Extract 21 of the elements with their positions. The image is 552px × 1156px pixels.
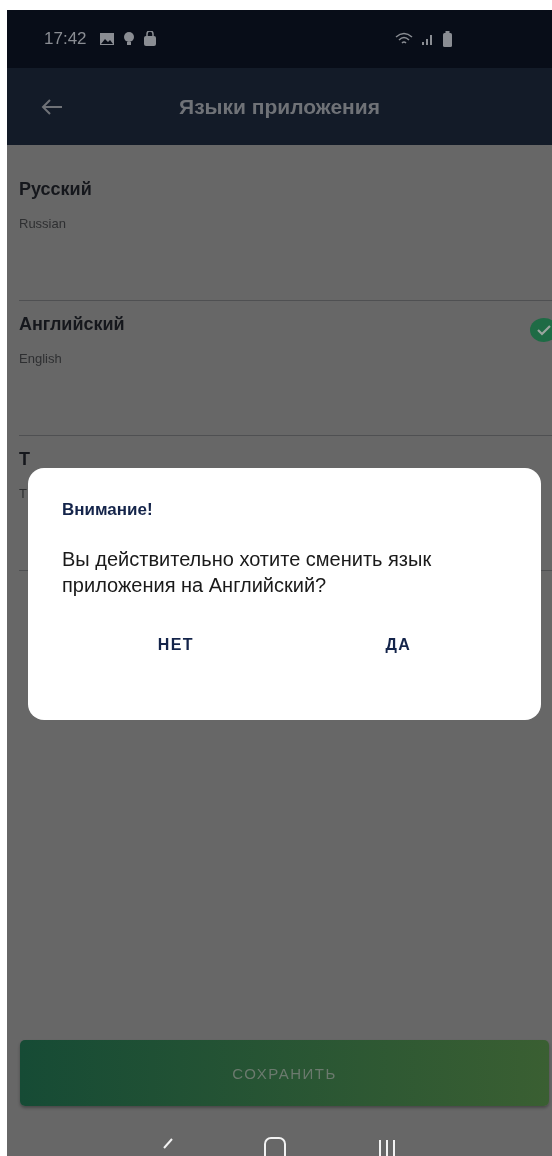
status-time: 17:42 bbox=[44, 29, 87, 49]
language-subtitle: English bbox=[19, 351, 63, 366]
save-button[interactable]: СОХРАНИТЬ bbox=[20, 1040, 549, 1106]
language-subtitle: Russian bbox=[19, 216, 67, 231]
screen-title: Языки приложения bbox=[178, 94, 381, 119]
language-item[interactable]: Английский English bbox=[19, 306, 552, 436]
lightbulb-icon bbox=[122, 31, 135, 47]
dialog-button[interactable]: НЕТ bbox=[141, 628, 211, 662]
dialog-button[interactable]: ДА bbox=[369, 628, 428, 662]
language-name: Английский bbox=[19, 314, 125, 335]
signal-icon bbox=[421, 32, 435, 46]
language-name: Т bbox=[19, 449, 30, 470]
wifi-icon bbox=[395, 32, 413, 46]
image-icon bbox=[98, 32, 115, 46]
dialog-message: Вы действительно хотите сменить язык приложения на Английский? bbox=[62, 547, 433, 598]
language-item[interactable]: Русский Russian bbox=[19, 171, 552, 301]
language-name: Русский bbox=[19, 179, 92, 200]
home-nav-icon bbox=[263, 1136, 288, 1156]
battery-icon bbox=[443, 31, 452, 47]
dialog-title: Внимание! bbox=[62, 500, 154, 520]
language-subtitle: T bbox=[19, 486, 28, 501]
